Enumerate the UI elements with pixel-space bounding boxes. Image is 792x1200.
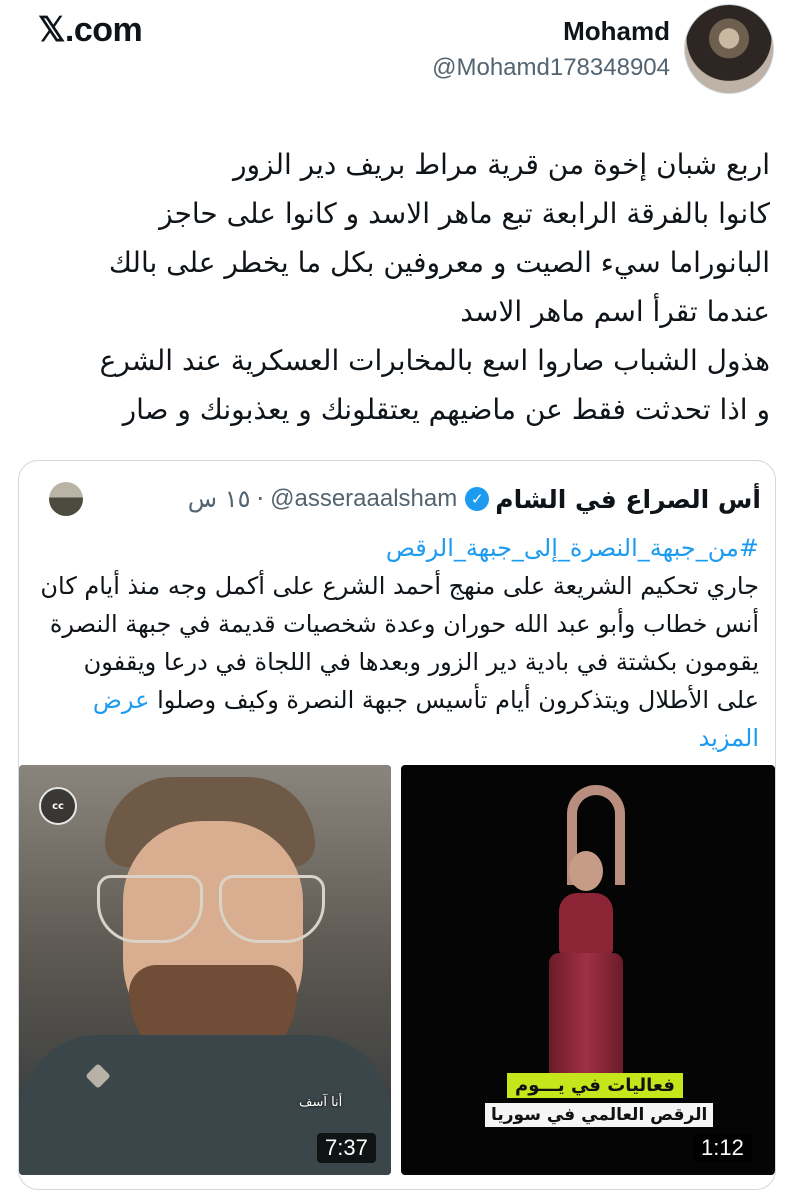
quoted-avatar-slot xyxy=(39,482,83,516)
quoted-author-avatar[interactable] xyxy=(49,482,83,516)
quoted-author-name[interactable]: أس الصراع في الشام xyxy=(495,485,761,514)
quoted-timestamp[interactable]: ١٥ س xyxy=(188,485,251,513)
verified-badge-icon: ✓ xyxy=(465,487,490,511)
dancer-dress-top xyxy=(559,893,613,955)
video-overlay-title: فعاليات في يـــوم xyxy=(507,1073,683,1098)
glasses xyxy=(97,875,325,943)
dancer-dress-skirt xyxy=(549,953,623,1093)
closed-captions-icon[interactable]: cc xyxy=(39,787,77,825)
author-name[interactable]: Mohamd xyxy=(563,16,670,47)
quoted-tweet[interactable]: أس الصراع في الشام ✓ @asseraaalsham · ١٥… xyxy=(18,460,776,1190)
video-duration: 1:12 xyxy=(693,1133,752,1163)
glasses-lens-left xyxy=(97,875,203,943)
video-thumbnail-right[interactable]: فعاليات في يـــوم الرقص العالمي في سوريا… xyxy=(401,765,775,1175)
author-avatar[interactable] xyxy=(684,4,774,94)
glasses-lens-right xyxy=(219,875,325,943)
video-thumbnail-left[interactable]: cc أنا آسف 7:37 xyxy=(19,765,391,1175)
hashtag-link[interactable]: #من_جبهة_النصرة_إلى_جبهة_الرقص xyxy=(37,529,759,567)
video-caption: أنا آسف xyxy=(299,1095,343,1110)
quoted-author-handle[interactable]: @asseraaalsham xyxy=(270,485,457,513)
video-duration: 7:37 xyxy=(317,1133,376,1163)
author-handle[interactable]: @Mohamd178348904 xyxy=(432,54,670,82)
dancer-head xyxy=(569,851,603,891)
quoted-text: جاري تحكيم الشريعة على منهج أحمد الشرع ع… xyxy=(40,572,759,714)
tweet-text: اربع شبان إخوة من قرية مراط بريف دير الز… xyxy=(99,148,770,426)
quoted-tweet-header: أس الصراع في الشام ✓ @asseraaalsham · ١٥… xyxy=(19,479,775,519)
video-overlay-subtitle: الرقص العالمي في سوريا xyxy=(485,1103,714,1127)
separator-dot: · xyxy=(256,485,265,513)
dancer-figure xyxy=(531,785,641,1093)
quoted-tweet-body: #من_جبهة_النصرة_إلى_جبهة_الرقص جاري تحكي… xyxy=(37,529,759,757)
x-logo[interactable]: 𝕏.com xyxy=(38,10,143,50)
